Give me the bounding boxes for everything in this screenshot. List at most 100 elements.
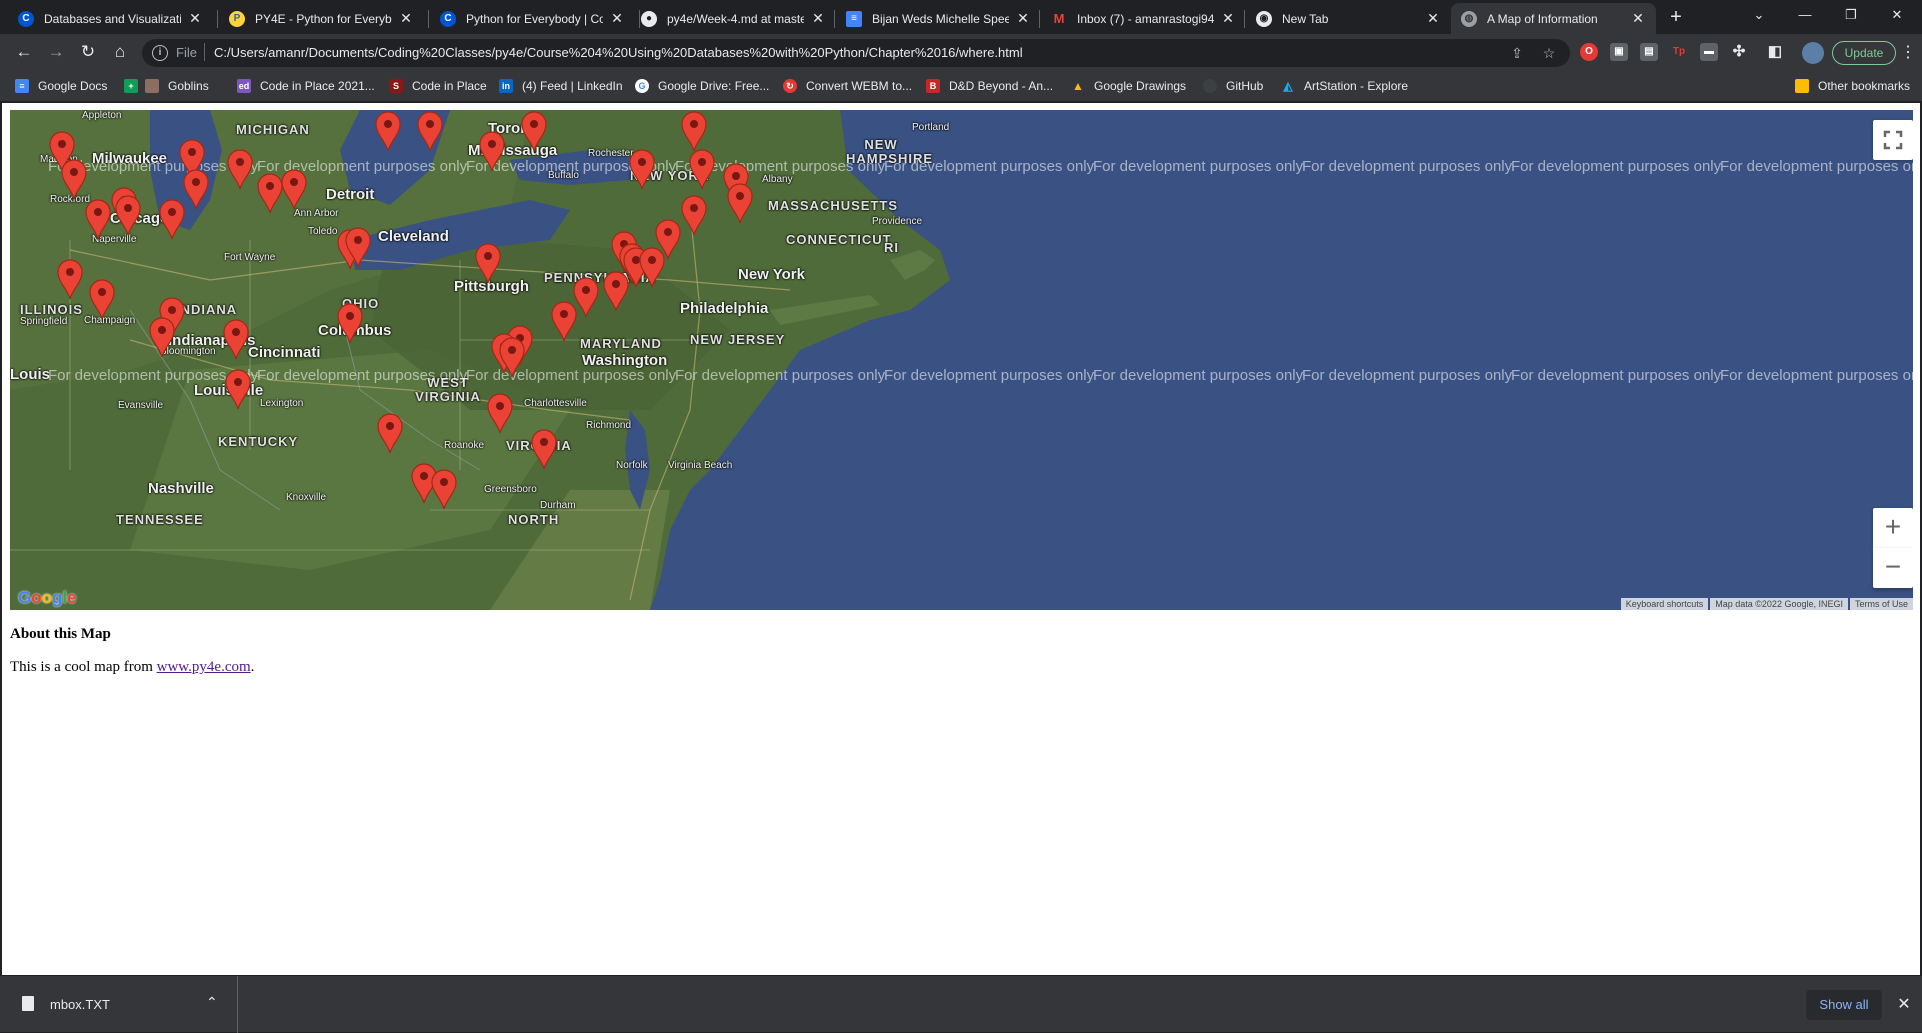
map-marker[interactable]	[280, 168, 308, 210]
map-marker[interactable]	[688, 148, 716, 190]
map-marker[interactable]	[486, 392, 514, 434]
other-bookmarks[interactable]: Other bookmarks	[1795, 77, 1910, 95]
map-marker[interactable]	[344, 226, 372, 268]
bookmark-dnd-beyond[interactable]: B D&D Beyond - An...	[926, 77, 1053, 95]
close-icon[interactable]: ✕	[1892, 990, 1916, 1020]
tab-speech-doc[interactable]: ≡ Bijan Weds Michelle Speech ✕	[836, 3, 1041, 34]
reload-button[interactable]: ↻	[76, 40, 100, 64]
puzzle-icon[interactable]: ✣	[1730, 43, 1748, 61]
download-item[interactable]: mbox.TXT ⌃	[0, 976, 238, 1033]
new-tab-button[interactable]: +	[1664, 5, 1688, 29]
close-icon[interactable]: ✕	[1220, 10, 1236, 27]
extension-icon[interactable]: ▤	[1640, 43, 1658, 61]
map-marker[interactable]	[222, 318, 250, 360]
map-marker[interactable]	[638, 246, 666, 288]
map-marker[interactable]	[376, 412, 404, 454]
map-marker[interactable]	[602, 270, 630, 312]
side-panel-icon[interactable]: ◧	[1766, 43, 1784, 61]
map-marker[interactable]	[114, 194, 142, 236]
map-marker[interactable]	[224, 368, 252, 410]
close-icon[interactable]: ✕	[1425, 10, 1441, 27]
extension-icon[interactable]: ▣	[1610, 43, 1628, 61]
share-icon[interactable]: ⇪	[1508, 44, 1526, 62]
tab-databases-visualization[interactable]: C Databases and Visualization ✕	[8, 3, 213, 34]
close-icon[interactable]: ✕	[810, 10, 826, 27]
map-marker[interactable]	[88, 278, 116, 320]
window-close-button[interactable]: ✕	[1874, 0, 1920, 30]
close-icon[interactable]: ✕	[609, 10, 625, 27]
bookmark-google-drive[interactable]: G Google Drive: Free...	[635, 77, 769, 95]
map-marker[interactable]	[416, 110, 444, 152]
tab-new-tab[interactable]: ◉ New Tab ✕	[1246, 3, 1451, 34]
map-marker[interactable]	[84, 198, 112, 240]
show-all-button[interactable]: Show all	[1806, 990, 1882, 1020]
minimize-button[interactable]: —	[1782, 0, 1828, 30]
map-marker[interactable]	[680, 110, 708, 152]
back-button[interactable]: ←	[12, 40, 36, 64]
close-icon[interactable]: ✕	[398, 10, 414, 27]
keyboard-shortcuts-link[interactable]: Keyboard shortcuts	[1620, 598, 1709, 610]
dndbeyond-icon: B	[926, 79, 940, 93]
map-marker[interactable]	[226, 148, 254, 190]
address-bar[interactable]: i File C:/Users/amanr/Documents/Coding%2…	[142, 39, 1570, 67]
fullscreen-button[interactable]	[1873, 120, 1913, 160]
map-marker[interactable]	[56, 258, 84, 300]
py4e-link[interactable]: www.py4e.com	[157, 659, 251, 675]
tab-github-week4[interactable]: ● py4e/Week-4.md at master ✕	[631, 3, 836, 34]
menu-icon[interactable]: ⋮	[1900, 41, 1916, 65]
bookmark-star-icon[interactable]: ☆	[1540, 44, 1558, 62]
terms-of-use-link[interactable]: Terms of Use	[1849, 598, 1913, 610]
close-icon[interactable]: ✕	[187, 10, 203, 27]
map-marker[interactable]	[336, 302, 364, 344]
opera-extension-icon[interactable]: O	[1580, 43, 1598, 61]
map-marker[interactable]	[478, 130, 506, 172]
place-label: Albany	[762, 174, 793, 185]
map-marker[interactable]	[474, 242, 502, 284]
zoom-in-button[interactable]: +	[1873, 508, 1913, 548]
extension-icon[interactable]: ▬	[1700, 43, 1718, 61]
google-logo[interactable]: Google	[18, 588, 77, 608]
close-icon[interactable]: ✕	[1630, 10, 1646, 27]
map-marker[interactable]	[550, 300, 578, 342]
tp-extension-icon[interactable]: Tp	[1670, 43, 1688, 61]
map-marker[interactable]	[520, 110, 548, 152]
google-map[interactable]: Appleton Milwaukee Madison MICHIGAN Rock…	[10, 110, 1913, 610]
map-marker[interactable]	[374, 110, 402, 152]
bookmark-convert-webm[interactable]: ↻ Convert WEBM to...	[783, 77, 912, 95]
home-button[interactable]: ⌂	[108, 40, 132, 64]
bookmark-code-in-place-2021[interactable]: ed Code in Place 2021...	[237, 77, 375, 95]
forward-button[interactable]: →	[44, 40, 68, 64]
info-icon[interactable]: i	[152, 45, 168, 61]
restore-button[interactable]: ❐	[1828, 0, 1874, 30]
bookmark-goblins[interactable]: + Goblins	[124, 77, 209, 95]
tab-py4e[interactable]: P PY4E - Python for Everybody ✕	[219, 3, 424, 34]
tab-search-icon[interactable]: ⌄	[1736, 0, 1782, 30]
update-button[interactable]: Update	[1832, 41, 1896, 65]
map-marker[interactable]	[182, 168, 210, 210]
map-marker[interactable]	[726, 182, 754, 224]
tab-coursera[interactable]: C Python for Everybody | Coursera ✕	[430, 3, 635, 34]
ed-icon: ed	[237, 79, 251, 93]
profile-avatar[interactable]	[1802, 42, 1824, 64]
bookmark-google-docs[interactable]: ≡ Google Docs	[15, 77, 107, 95]
map-marker[interactable]	[148, 316, 176, 358]
map-marker[interactable]	[158, 198, 186, 240]
bookmark-artstation[interactable]: ◭ ArtStation - Explore	[1281, 77, 1408, 95]
bookmark-linkedin[interactable]: in (4) Feed | LinkedIn	[499, 77, 623, 95]
chevron-up-icon[interactable]: ⌃	[206, 994, 218, 1011]
bookmark-github[interactable]: GitHub	[1203, 77, 1263, 95]
url-text[interactable]: C:/Users/amanr/Documents/Coding%20Classe…	[214, 45, 1023, 60]
zoom-out-button[interactable]: −	[1873, 548, 1913, 588]
tab-gmail-inbox[interactable]: M Inbox (7) - amanrastogi94@ ✕	[1041, 3, 1246, 34]
bookmark-code-in-place[interactable]: S Code in Place	[389, 77, 487, 95]
map-marker[interactable]	[498, 336, 526, 378]
bookmark-google-drawings[interactable]: ▲ Google Drawings	[1071, 77, 1186, 95]
globe-icon: ◍	[1461, 10, 1477, 27]
map-marker[interactable]	[680, 194, 708, 236]
tab-map-of-information[interactable]: ◍ A Map of Information ✕	[1451, 3, 1656, 34]
map-marker[interactable]	[530, 428, 558, 470]
close-icon[interactable]: ✕	[1015, 10, 1031, 27]
map-marker[interactable]	[628, 148, 656, 190]
map-marker[interactable]	[430, 468, 458, 510]
map-marker[interactable]	[60, 158, 88, 200]
